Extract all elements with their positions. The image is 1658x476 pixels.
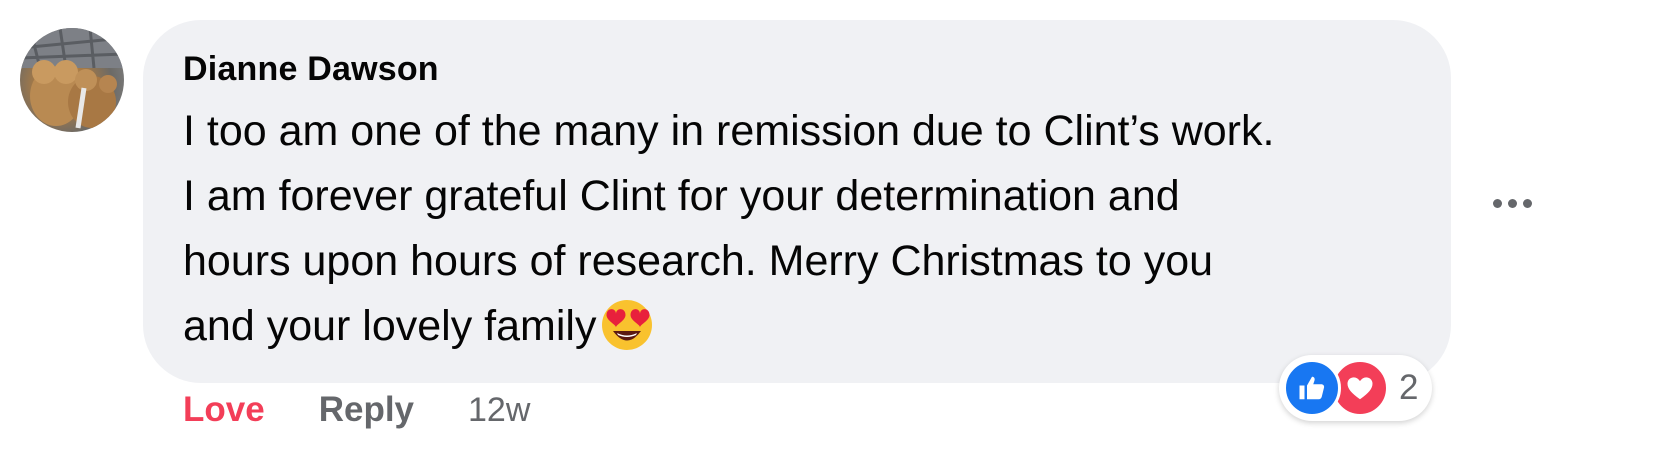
love-button[interactable]: Love	[183, 390, 265, 430]
comment-actions: Love Reply 12w	[183, 390, 530, 430]
comment-timestamp[interactable]: 12w	[468, 391, 530, 430]
comment-text: I too am one of the many in remission du…	[183, 99, 1423, 371]
comment-line: I am forever grateful Clint for your det…	[183, 172, 1180, 220]
comment-line-text: and your lovely family	[183, 302, 597, 350]
more-dot-icon	[1492, 198, 1502, 208]
comment-line: hours upon hours of research. Merry Chri…	[183, 237, 1214, 285]
reaction-summary[interactable]: 2	[1279, 355, 1433, 421]
reply-button[interactable]: Reply	[319, 390, 414, 430]
reaction-count: 2	[1399, 368, 1419, 407]
comment-line: and your lovely family	[183, 294, 1423, 371]
comment-line: I too am one of the many in remission du…	[183, 107, 1275, 155]
teddy-bear-photo	[20, 28, 124, 129]
more-options-button[interactable]	[1484, 185, 1540, 221]
more-dot-icon	[1507, 198, 1517, 208]
more-dot-icon	[1522, 198, 1532, 208]
comment-author[interactable]: Dianne Dawson	[183, 50, 439, 89]
avatar[interactable]	[20, 28, 124, 132]
heart-eyes-emoji-icon	[600, 298, 654, 371]
like-reaction-icon	[1283, 359, 1341, 417]
